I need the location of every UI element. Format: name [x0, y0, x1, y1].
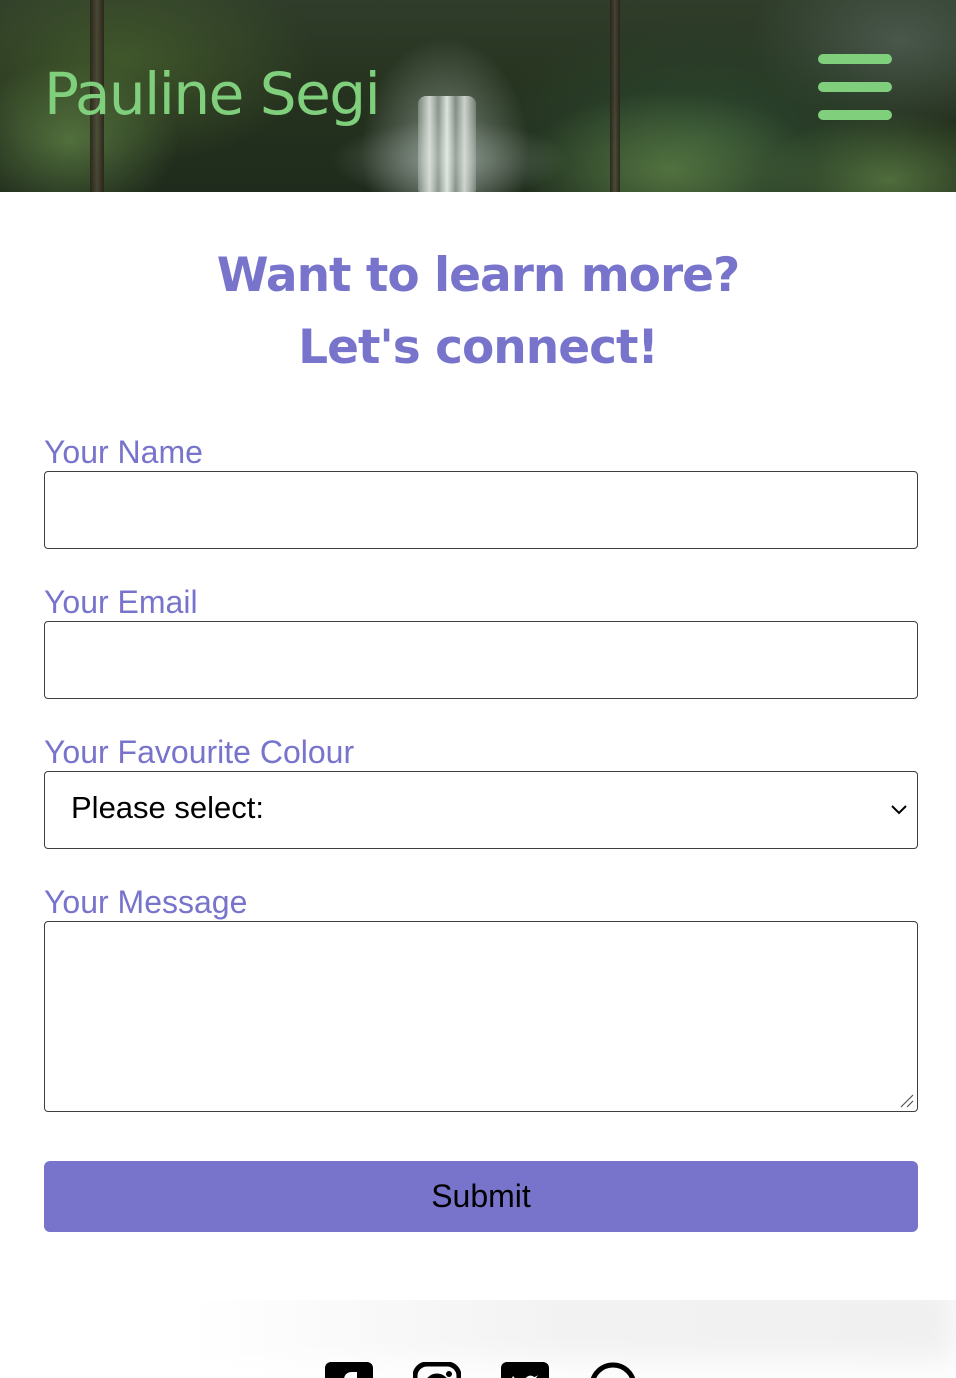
colour-label: Your Favourite Colour	[44, 734, 355, 770]
message-textarea[interactable]	[45, 922, 917, 1111]
facebook-icon[interactable]	[325, 1362, 373, 1378]
hamburger-menu-icon	[818, 54, 892, 64]
site-footer	[0, 1300, 956, 1378]
twitter-glyph	[512, 1375, 539, 1378]
hamburger-menu-button[interactable]	[816, 52, 894, 122]
name-label: Your Name	[44, 434, 203, 470]
message-field-box	[44, 921, 918, 1112]
contact-page: Pauline Segi Want to learn more? Let's c…	[0, 0, 956, 1378]
message-icon[interactable]	[589, 1362, 637, 1378]
colour-select[interactable]: Please select:	[44, 771, 918, 849]
submit-button[interactable]: Submit	[44, 1161, 918, 1232]
header-waterfall	[418, 96, 476, 192]
message-label: Your Message	[44, 884, 248, 920]
hamburger-bar	[818, 82, 892, 92]
page-headline: Want to learn more? Let's connect!	[0, 240, 956, 384]
colour-select-value: Please select:	[71, 790, 264, 825]
instagram-icon[interactable]	[413, 1362, 461, 1378]
email-label: Your Email	[44, 584, 198, 620]
headline-line-1: Want to learn more?	[216, 248, 741, 303]
name-field-box	[44, 471, 918, 549]
facebook-glyph	[344, 1372, 357, 1378]
chevron-down-icon	[891, 805, 907, 815]
resize-grip-icon[interactable]	[899, 1093, 915, 1109]
header-tree-trunk	[610, 0, 620, 192]
headline-line-2: Let's connect!	[298, 320, 659, 375]
hamburger-bar	[818, 110, 892, 120]
twitter-icon[interactable]	[501, 1362, 549, 1378]
instagram-glyph	[413, 1362, 461, 1378]
message-glyph	[590, 1362, 636, 1378]
email-field-box	[44, 621, 918, 699]
site-logo[interactable]: Pauline Segi	[44, 56, 381, 132]
email-input[interactable]	[45, 622, 917, 698]
site-header: Pauline Segi	[0, 0, 956, 192]
name-input[interactable]	[45, 472, 917, 548]
